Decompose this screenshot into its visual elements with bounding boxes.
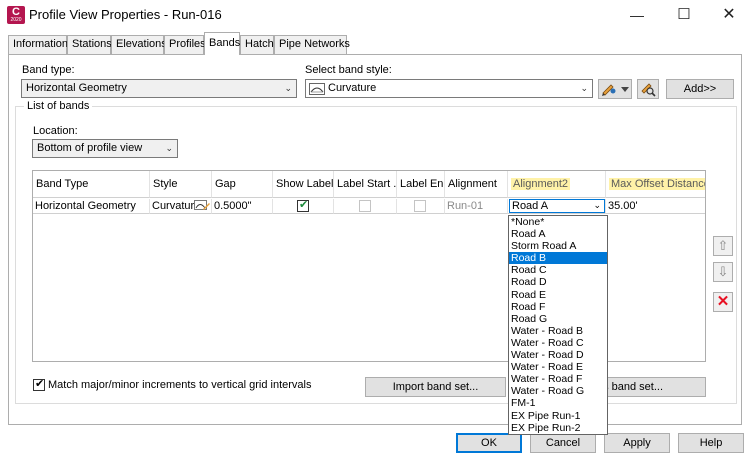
maximize-button[interactable]: ☐: [667, 0, 701, 30]
band-type-label: Band type:: [22, 64, 75, 76]
dropdown-option-selected[interactable]: Road B: [509, 252, 607, 265]
row-max-offset[interactable]: 35.00': [606, 199, 705, 214]
window-title: Profile View Properties - Run-016: [29, 7, 222, 22]
chevron-down-icon: ⌄: [165, 143, 173, 153]
tab-elevations[interactable]: Elevations: [111, 35, 167, 54]
row-gap[interactable]: 0.5000": [212, 199, 273, 214]
col-header-alignment2[interactable]: Alignment2: [508, 171, 606, 198]
dropdown-option[interactable]: EX Pipe Run-1: [509, 410, 607, 422]
dropdown-option[interactable]: Road A: [509, 228, 607, 240]
minimize-button[interactable]: —: [620, 0, 654, 30]
apply-button[interactable]: Apply: [604, 433, 670, 453]
chevron-down-icon: ⌄: [593, 200, 601, 210]
curvature-style-icon: [194, 200, 210, 210]
dropdown-option[interactable]: Water - Road F: [509, 373, 607, 385]
tab-bands[interactable]: Bands: [204, 32, 240, 55]
row-label-start[interactable]: [334, 199, 397, 214]
dropdown-option[interactable]: Road D: [509, 276, 607, 288]
edit-style-dropdown-button[interactable]: [598, 79, 632, 99]
location-select[interactable]: Bottom of profile view ⌄: [32, 139, 178, 158]
band-style-value: Curvature: [328, 82, 377, 94]
dropdown-option[interactable]: FM-1: [509, 397, 607, 409]
dropdown-option[interactable]: Road F: [509, 301, 607, 313]
col-header-max-offset[interactable]: Max Offset Distance: [606, 171, 705, 198]
band-type-value: Horizontal Geometry: [26, 82, 127, 94]
dropdown-option[interactable]: Road G: [509, 313, 607, 325]
dropdown-option[interactable]: Water - Road G: [509, 385, 607, 397]
curvature-style-icon: [309, 83, 325, 95]
dropdown-option[interactable]: Road E: [509, 289, 607, 301]
move-down-button[interactable]: ⇩: [713, 262, 733, 282]
col-header-label-end[interactable]: Label En...: [397, 171, 445, 198]
band-style-select[interactable]: Curvature ⌄: [305, 79, 593, 98]
row-alignment2[interactable]: Road A ⌄: [508, 199, 606, 214]
row-show-labels[interactable]: ✔: [273, 199, 334, 214]
red-x-delete-icon: ✕: [716, 293, 730, 310]
close-button[interactable]: ✕: [712, 0, 746, 30]
pencil-edit-icon: [602, 84, 629, 96]
arrow-up-icon: ⇧: [717, 238, 729, 253]
dropdown-option[interactable]: Water - Road E: [509, 361, 607, 373]
row-label-end[interactable]: [397, 199, 445, 214]
match-increments-label: Match major/minor increments to vertical…: [48, 379, 312, 391]
tab-pipe-networks[interactable]: Pipe Networks: [274, 35, 350, 54]
location-label: Location:: [33, 125, 78, 137]
tab-stations[interactable]: Stations: [67, 35, 112, 54]
dropdown-option[interactable]: Water - Road B: [509, 325, 607, 337]
dropdown-option[interactable]: *None*: [509, 216, 607, 228]
row-band-type[interactable]: Horizontal Geometry: [33, 199, 150, 214]
alignment2-dropdown-list[interactable]: *None* Road A Storm Road A Road B Road C…: [508, 215, 608, 435]
location-value: Bottom of profile view: [37, 142, 143, 154]
tab-profiles[interactable]: Profiles: [164, 35, 206, 54]
col-header-alignment[interactable]: Alignment: [445, 171, 508, 198]
band-type-select[interactable]: Horizontal Geometry ⌄: [21, 79, 297, 98]
row-alignment: Run-01: [445, 199, 508, 214]
add-band-button[interactable]: Add>>: [666, 79, 734, 99]
tab-hatch[interactable]: Hatch: [240, 35, 274, 54]
cancel-button[interactable]: Cancel: [530, 433, 596, 453]
arrow-down-icon: ⇩: [717, 264, 729, 279]
app-icon-version: 2020: [10, 17, 22, 23]
col-header-gap[interactable]: Gap: [212, 171, 273, 198]
magnifier-pencil-icon: [641, 83, 656, 97]
alignment2-header-text: Alignment2: [511, 178, 571, 190]
list-of-bands-label: List of bands: [24, 100, 93, 112]
max-offset-header-text: Max Offset Distance: [609, 178, 705, 190]
help-button[interactable]: Help: [678, 433, 744, 453]
alignment2-combo[interactable]: Road A ⌄: [509, 199, 605, 213]
tab-information[interactable]: Information: [8, 35, 68, 54]
col-header-band-type[interactable]: Band Type: [33, 171, 150, 198]
civil3d-app-icon: C 2020: [7, 6, 25, 24]
chevron-down-icon: ⌄: [284, 83, 292, 93]
move-up-button[interactable]: ⇧: [713, 236, 733, 256]
import-band-set-button[interactable]: Import band set...: [365, 377, 506, 397]
dropdown-option[interactable]: EX Pipe Run-2: [509, 422, 607, 434]
band-style-label: Select band style:: [305, 64, 392, 76]
check-icon: ✔: [299, 199, 309, 211]
style-details-button[interactable]: [637, 79, 659, 99]
col-header-show-labels[interactable]: Show Labels: [273, 171, 334, 198]
dropdown-option[interactable]: Water - Road C: [509, 337, 607, 349]
label-end-checkbox[interactable]: [414, 200, 426, 212]
col-header-label-start[interactable]: Label Start ...: [334, 171, 397, 198]
dropdown-option[interactable]: Water - Road D: [509, 349, 607, 361]
delete-band-button[interactable]: ✕: [713, 292, 733, 312]
label-start-checkbox[interactable]: [359, 200, 371, 212]
row-style[interactable]: Curvature: [150, 199, 212, 214]
alignment2-value: Road A: [512, 200, 549, 212]
dropdown-option[interactable]: Storm Road A: [509, 240, 607, 252]
ok-button[interactable]: OK: [456, 433, 522, 453]
dropdown-option[interactable]: Road C: [509, 264, 607, 276]
col-header-style[interactable]: Style: [150, 171, 212, 198]
show-labels-checkbox[interactable]: ✔: [297, 199, 309, 212]
check-icon: ✔: [35, 378, 45, 390]
match-increments-checkbox[interactable]: ✔: [33, 378, 45, 391]
chevron-down-icon: ⌄: [580, 83, 588, 93]
